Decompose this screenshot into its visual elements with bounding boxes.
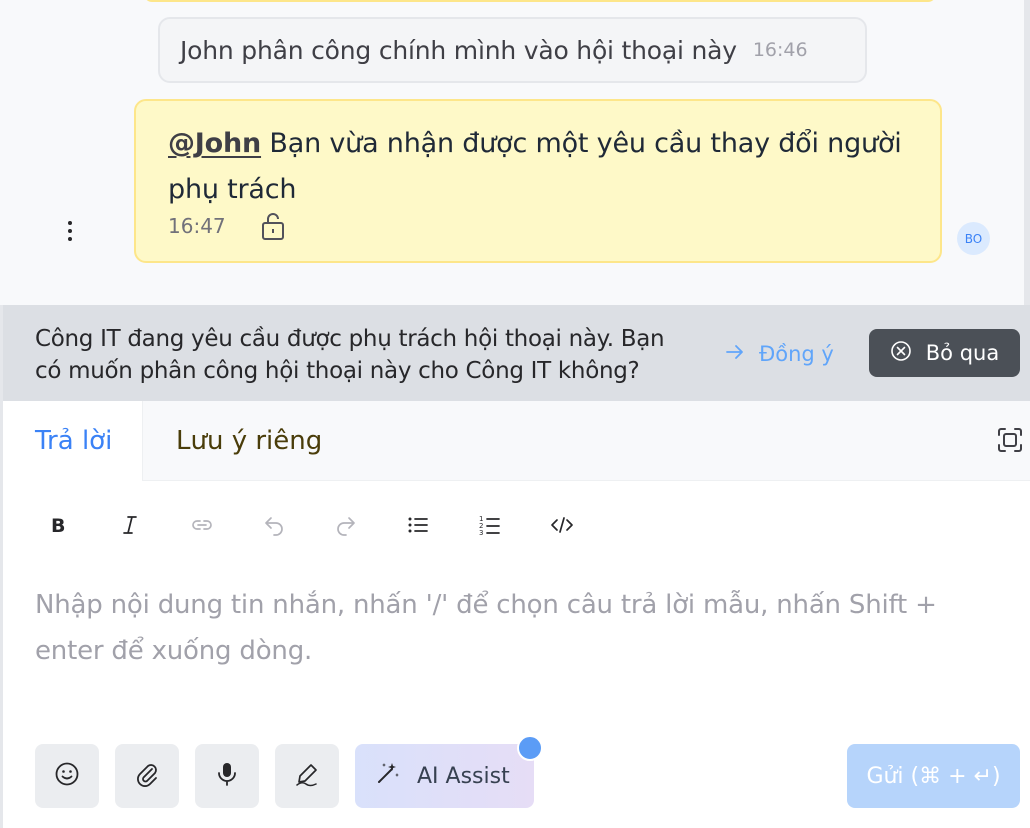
send-button[interactable]: Gửi (⌘ + ↵) <box>847 744 1020 808</box>
mention-link[interactable]: @John <box>168 128 261 159</box>
activity-time: 16:46 <box>752 39 808 61</box>
signature-button[interactable] <box>275 744 339 808</box>
private-note-bubble: @John Bạn vừa nhận được một yêu cầu thay… <box>134 99 942 263</box>
private-note-text: @John Bạn vừa nhận được một yêu cầu thay… <box>168 121 908 213</box>
attachment-icon <box>134 761 160 791</box>
italic-icon[interactable] <box>94 505 166 545</box>
note-meta: 16:47 <box>168 211 286 241</box>
microphone-button[interactable] <box>195 744 259 808</box>
activity-text: John phân công chính mình vào hội thoại … <box>180 35 737 65</box>
redo-icon[interactable] <box>310 505 382 545</box>
banner-text: Công IT đang yêu cầu được phụ trách hội … <box>35 326 665 384</box>
magic-wand-icon <box>375 760 401 792</box>
emoji-icon <box>54 761 80 791</box>
note-time: 16:47 <box>168 214 226 238</box>
signature-icon <box>294 761 320 791</box>
lock-icon <box>260 211 286 241</box>
dismiss-button[interactable]: Bỏ qua <box>869 329 1020 377</box>
avatar: BO <box>957 222 990 255</box>
expand-icon[interactable] <box>995 425 1025 455</box>
previous-message-bubble <box>144 0 936 2</box>
code-icon[interactable] <box>526 505 598 545</box>
tab-private-note[interactable]: Lưu ý riêng <box>176 401 322 481</box>
message-menu-icon[interactable] <box>56 214 84 248</box>
emoji-button[interactable] <box>35 744 99 808</box>
accept-label: Đồng ý <box>759 342 834 366</box>
composer-tabs: Trả lời Lưu ý riêng <box>3 401 1030 481</box>
microphone-icon <box>216 761 238 791</box>
formatting-toolbar: B 123 <box>22 505 598 545</box>
svg-text:B: B <box>51 515 65 536</box>
conversation-area: John phân công chính mình vào hội thoại … <box>0 0 1030 305</box>
bullet-list-icon[interactable] <box>382 505 454 545</box>
undo-icon[interactable] <box>238 505 310 545</box>
bold-icon[interactable]: B <box>22 505 94 545</box>
arrow-right-icon <box>725 342 745 367</box>
ai-assist-label: AI Assist <box>417 763 510 789</box>
link-icon[interactable] <box>166 505 238 545</box>
dismiss-label: Bỏ qua <box>925 341 1000 365</box>
message-input[interactable]: Nhập nội dung tin nhắn, nhấn '/' để chọn… <box>35 582 1005 674</box>
ai-assist-button[interactable]: AI Assist <box>355 744 534 808</box>
private-note-body: Bạn vừa nhận được một yêu cầu thay đổi n… <box>168 128 902 205</box>
notification-dot <box>517 735 543 761</box>
close-circle-icon <box>890 340 912 367</box>
scrollbar[interactable] <box>1024 0 1030 305</box>
svg-text:3: 3 <box>479 529 483 536</box>
tab-reply[interactable]: Trả lời <box>3 401 143 481</box>
numbered-list-icon[interactable]: 123 <box>454 505 526 545</box>
activity-message: John phân công chính mình vào hội thoại … <box>158 17 867 83</box>
attachment-button[interactable] <box>115 744 179 808</box>
accept-button[interactable]: Đồng ý <box>725 332 834 376</box>
panel-border <box>0 305 3 828</box>
